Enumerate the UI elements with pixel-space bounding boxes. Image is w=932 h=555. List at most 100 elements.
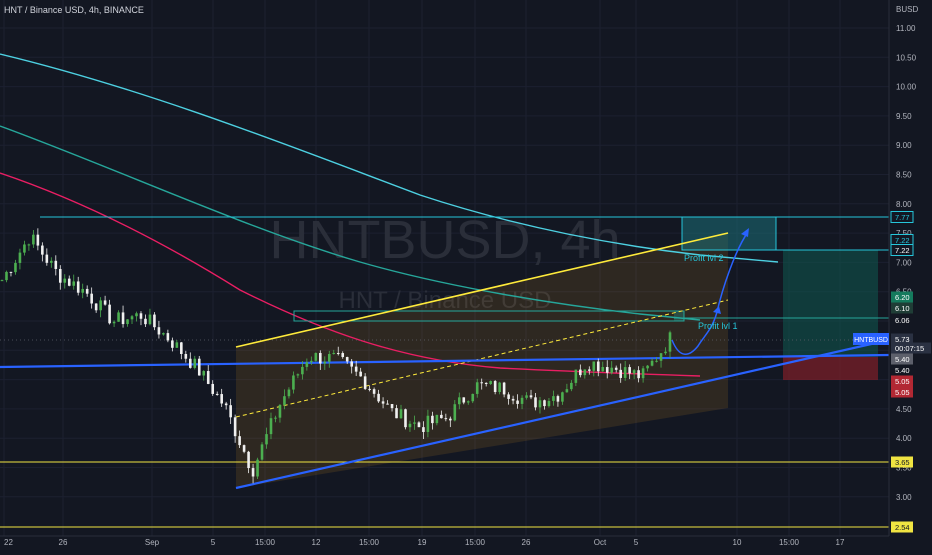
candle-body xyxy=(435,414,439,424)
target-zone-2 xyxy=(681,216,777,251)
candle-body xyxy=(265,434,268,445)
candle-body xyxy=(319,352,322,364)
candle-body xyxy=(341,353,345,358)
candle-body xyxy=(63,278,67,283)
price-axis-panel[interactable] xyxy=(889,0,932,536)
candle-body xyxy=(592,361,596,371)
candle-body xyxy=(561,392,564,402)
candle-body xyxy=(130,316,134,320)
price-badge-label: 6.20 xyxy=(895,293,910,302)
candle-body xyxy=(139,313,143,319)
price-badge-label: 7.77 xyxy=(895,213,910,222)
candle-body xyxy=(144,318,147,325)
candle-body xyxy=(372,389,376,394)
candle-body xyxy=(247,451,250,469)
candle-body xyxy=(395,408,398,419)
price-tick-label: 8.00 xyxy=(896,200,912,209)
time-tick-label: Sep xyxy=(145,538,160,547)
time-axis-ticks[interactable]: 22 26 Sep 5 15:00 12 15:00 19 15:00 26 Oct 5 10 15:00… xyxy=(4,538,845,547)
price-tick-label: 9.00 xyxy=(896,141,912,150)
time-tick-label: 15:00 xyxy=(465,538,486,547)
chart-area[interactable]: HNTBUSD, 4h HNT / Binance USD Profit lvl… xyxy=(0,0,932,550)
candle-body xyxy=(85,288,89,294)
candle-body xyxy=(399,409,403,419)
candle-body xyxy=(72,281,76,286)
candle-body xyxy=(404,409,407,428)
candle-body xyxy=(368,388,371,390)
candle-body xyxy=(67,278,71,286)
price-tick-label: 4.50 xyxy=(896,405,912,414)
candle-body xyxy=(511,398,515,401)
candle-body xyxy=(220,394,223,404)
candle-body xyxy=(417,422,421,428)
price-tick-label: 10.00 xyxy=(896,83,917,92)
candle-body xyxy=(94,303,98,311)
candle-body xyxy=(354,366,358,372)
candle-body xyxy=(238,436,241,446)
candle-body xyxy=(18,252,22,263)
candle-body xyxy=(336,352,340,354)
price-tick-label: 11.00 xyxy=(896,24,916,33)
candle-body xyxy=(197,358,201,376)
candle-body xyxy=(103,300,107,305)
candle-body xyxy=(538,400,542,408)
time-tick-label: 26 xyxy=(522,538,531,547)
candle-body xyxy=(323,361,327,364)
candle-body xyxy=(112,321,116,324)
candle-body xyxy=(256,459,259,477)
time-tick-label: 17 xyxy=(836,538,845,547)
candle-body xyxy=(99,300,102,311)
candle-body xyxy=(440,414,443,419)
candle-body xyxy=(520,397,524,404)
candle-body xyxy=(233,417,237,437)
candle-body xyxy=(332,352,336,355)
candle-body xyxy=(390,404,394,409)
candle-body xyxy=(54,260,58,269)
candle-body xyxy=(229,405,232,418)
candle-body xyxy=(121,312,125,325)
candle-body xyxy=(610,367,614,373)
candle-body xyxy=(498,382,501,392)
candle-body xyxy=(668,332,672,352)
candle-body xyxy=(453,404,457,421)
candle-body xyxy=(81,288,84,293)
time-tick-label: 19 xyxy=(418,538,427,547)
candle-body xyxy=(664,351,667,354)
price-tick-label: 4.00 xyxy=(896,434,912,443)
candle-body xyxy=(108,304,111,324)
price-badge-label: 6.06 xyxy=(895,316,910,325)
candle-body xyxy=(570,382,573,390)
candle-body xyxy=(350,361,353,367)
candle-body xyxy=(529,395,533,398)
candle-body xyxy=(162,333,165,335)
candle-body xyxy=(543,400,546,407)
symbol-legend[interactable]: HNT / Binance USD, 4h, BINANCE xyxy=(4,5,144,15)
candle-body xyxy=(310,360,313,363)
candle-body xyxy=(426,415,430,432)
candle-body xyxy=(292,375,295,390)
price-tick-label: 8.50 xyxy=(896,171,912,180)
price-badge-label: 5.40 xyxy=(895,355,910,364)
price-axis-currency: BUSD xyxy=(896,5,918,14)
price-chart[interactable]: HNTBUSD, 4h HNT / Binance USD Profit lvl… xyxy=(0,0,932,550)
candle-body xyxy=(305,362,309,367)
candle-body xyxy=(345,357,349,362)
time-tick-label: 22 xyxy=(4,538,13,547)
candle-body xyxy=(516,400,519,404)
candle-body xyxy=(224,403,228,406)
candle-body xyxy=(58,268,62,283)
candle-body xyxy=(296,374,300,376)
candle-body xyxy=(475,382,479,394)
candle-body xyxy=(547,400,551,407)
candle-body xyxy=(5,271,8,281)
candle-body xyxy=(359,371,362,377)
candle-body xyxy=(184,353,188,359)
price-badge-label: 7.22 xyxy=(895,246,910,255)
profit-level-2-label: Profit lvl 2 xyxy=(684,253,724,263)
candle-body xyxy=(449,418,452,421)
price-tick-label: 10.50 xyxy=(896,53,917,62)
time-tick-label: Oct xyxy=(594,538,607,547)
candle-body xyxy=(117,312,120,322)
candle-body xyxy=(202,371,206,376)
price-tick-label: 9.50 xyxy=(896,112,912,121)
